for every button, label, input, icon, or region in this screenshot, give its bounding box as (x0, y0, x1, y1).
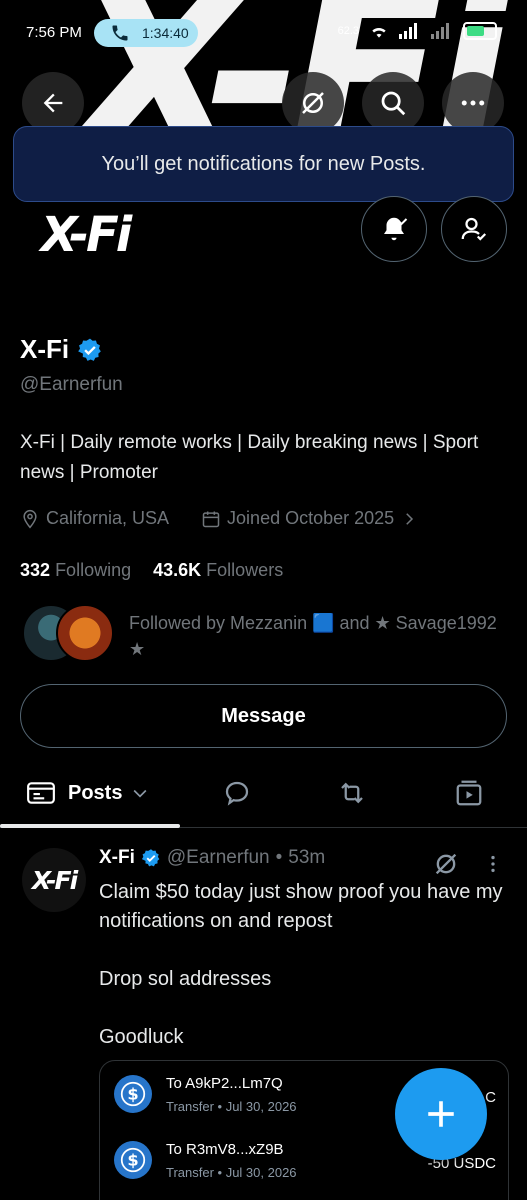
profile-name-row: X-Fi (20, 334, 103, 365)
following-link[interactable]: 332 Following (20, 560, 131, 581)
grok-icon (302, 92, 324, 114)
tab-replies[interactable] (222, 760, 252, 826)
reply-icon (225, 781, 249, 806)
calendar-icon (202, 511, 220, 527)
transaction-sub: Transfer • Jul 30, 2026 (166, 1099, 297, 1114)
tab-reposts[interactable] (336, 760, 368, 826)
verified-badge-icon (141, 849, 160, 867)
arrow-left-icon (43, 93, 63, 113)
signal-icon (399, 23, 417, 39)
following-button[interactable] (441, 196, 507, 262)
post-separator: • (275, 847, 283, 868)
tab-posts[interactable]: Posts (26, 760, 150, 826)
search-button[interactable] (362, 72, 424, 134)
chevron-down-icon (134, 789, 147, 798)
toast-text: You’ll get notifications for new Posts. (101, 152, 426, 175)
profile-tabs: Posts (0, 760, 527, 828)
post-more-icon[interactable] (482, 850, 504, 878)
message-button[interactable]: Message (20, 684, 507, 748)
search-icon (381, 91, 406, 116)
notifications-button[interactable] (361, 196, 427, 262)
phone-icon (112, 25, 128, 41)
transaction-sub: Transfer • Jul 30, 2026 (166, 1165, 297, 1180)
bell-check-icon (384, 217, 408, 241)
post-avatar-logo: X-Fi (31, 865, 78, 895)
follower-avatar-2 (56, 604, 114, 662)
status-bar: 7:56 PM 1:34:40 62.3 (0, 0, 527, 62)
profile-bio: X-Fi | Daily remote works | Daily breaki… (20, 432, 479, 483)
usdc-icon: $ (114, 1075, 152, 1113)
post-header: X-Fi @Earnerfun • 53m (99, 847, 325, 869)
video-icon (456, 780, 482, 806)
tab-posts-label: Posts (68, 781, 123, 804)
following-count: 332 (20, 560, 51, 580)
grok-icon[interactable] (432, 850, 460, 878)
post-author-handle: @Earnerfun (166, 847, 270, 868)
repost-icon (341, 782, 363, 804)
call-indicator[interactable]: 1:34:40 (94, 19, 198, 47)
transaction-to: To R3mV8...xZ9B (166, 1141, 284, 1158)
grok-button[interactable] (282, 72, 344, 134)
profile-name: X-Fi (20, 334, 70, 364)
follow-stats: 332 Following 43.6K Followers (20, 560, 283, 581)
notification-toast: You’ll get notifications for new Posts. (13, 126, 514, 202)
transaction-amount: C (485, 1089, 496, 1106)
svg-text:$: $ (127, 1151, 138, 1170)
usdc-icon: $ (114, 1141, 152, 1179)
avatar-logo: X-Fi (40, 207, 133, 263)
transaction-to: To A9kP2...Lm7Q (166, 1075, 283, 1092)
person-check-icon (461, 217, 487, 241)
post-time: 53m (288, 847, 326, 868)
net-speed: 62.3 (337, 25, 359, 37)
profile-location: California, USA (46, 508, 170, 528)
status-icons: 62.3 (338, 22, 497, 40)
back-button[interactable] (22, 72, 84, 134)
followers-label: Followers (206, 560, 284, 580)
more-button[interactable] (442, 72, 504, 134)
followed-by[interactable]: Followed by Mezzanin 🟦 and ★ Savage1992 … (22, 604, 512, 664)
location-pin-icon (23, 509, 37, 528)
followers-link[interactable]: 43.6K Followers (153, 560, 283, 581)
tab-media[interactable] (454, 760, 484, 826)
more-icon (461, 100, 485, 106)
posts-icon (27, 782, 55, 804)
followed-by-text: Followed by Mezzanin 🟦 and ★ Savage1992 … (129, 613, 497, 659)
post-text: Claim $50 today just show proof you have… (99, 881, 503, 1048)
plus-icon (428, 1101, 454, 1127)
tab-active-indicator (0, 824, 180, 828)
profile-meta: California, USA Joined October 2025 (20, 508, 418, 529)
following-label: Following (55, 560, 132, 580)
profile-joined[interactable]: Joined October 2025 (227, 508, 394, 529)
profile-handle: @Earnerfun (20, 374, 123, 395)
post-avatar[interactable]: X-Fi (22, 848, 86, 912)
followers-count: 43.6K (153, 560, 202, 580)
signal-icon-2 (431, 23, 449, 39)
status-time: 7:56 PM (26, 24, 82, 41)
verified-badge-icon[interactable] (77, 337, 103, 363)
battery-icon (463, 22, 497, 40)
compose-fab-button[interactable] (395, 1068, 487, 1160)
post-author-name[interactable]: X-Fi (99, 847, 135, 869)
svg-text:$: $ (127, 1085, 138, 1104)
wifi-icon (372, 28, 386, 38)
chevron-right-icon[interactable] (400, 510, 418, 528)
call-timer: 1:34:40 (142, 25, 189, 41)
